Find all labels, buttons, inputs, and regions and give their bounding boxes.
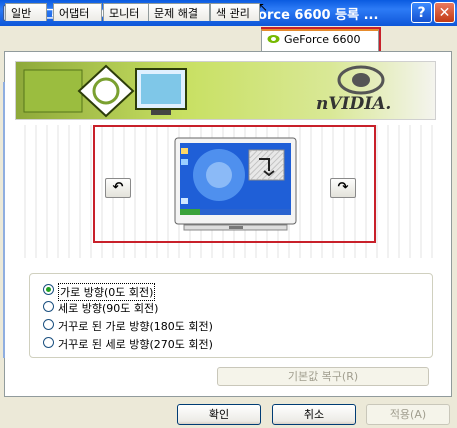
nvidia-eye-icon xyxy=(267,35,280,43)
rotate-left-button[interactable]: ↶ xyxy=(105,178,131,198)
radio-label: 가로 방향(0도 회전) xyxy=(58,283,156,301)
window-edge xyxy=(3,82,5,358)
radio-button[interactable] xyxy=(43,319,54,330)
tab-label: GeForce 6600 xyxy=(284,33,361,46)
nvidia-banner: nVIDIA. xyxy=(15,61,436,120)
rotate-left-icon: ↶ xyxy=(112,180,124,195)
apply-button[interactable]: 적용(A) xyxy=(366,404,450,425)
cancel-button[interactable]: 취소 xyxy=(272,404,356,425)
tab-label: 어댑터 xyxy=(59,7,90,20)
nvidia-logo-text: nVIDIA. xyxy=(316,94,392,114)
restore-defaults-button[interactable]: 기본값 복구(R) xyxy=(217,367,429,386)
radio-button[interactable] xyxy=(43,337,54,348)
ok-button[interactable]: 확인 xyxy=(177,404,261,425)
tab-color-management[interactable]: 색 관리 xyxy=(210,3,260,21)
tab-adapter[interactable]: 어댑터 xyxy=(53,3,102,21)
help-button[interactable]: ? xyxy=(411,2,432,23)
tab-label: 문제 해결 xyxy=(154,7,198,20)
radio-label: 세로 방향(90도 회전) xyxy=(58,302,159,315)
tab-label: 모니터 xyxy=(109,7,140,20)
rotate-right-button[interactable]: ↷ xyxy=(330,178,356,198)
tab-label: 색 관리 xyxy=(216,7,250,20)
radio-label: 거꾸로 된 세로 방향(270도 회전) xyxy=(58,338,213,351)
tab-geforce[interactable]: GeForce 6600 xyxy=(261,29,379,51)
tab-monitor[interactable]: 모니터 xyxy=(103,3,149,21)
radio-label: 거꾸로 된 가로 방향(180도 회전) xyxy=(58,320,213,333)
monitor-preview xyxy=(174,137,297,231)
close-button[interactable]: ✕ xyxy=(434,2,455,23)
rotate-right-icon: ↷ xyxy=(337,180,349,195)
tab-troubleshoot[interactable]: 문제 해결 xyxy=(148,3,210,21)
radio-button[interactable] xyxy=(43,284,54,295)
radio-button[interactable] xyxy=(43,301,54,312)
tab-general[interactable]: 일반 xyxy=(5,3,47,21)
tab-label: 일반 xyxy=(11,7,32,20)
